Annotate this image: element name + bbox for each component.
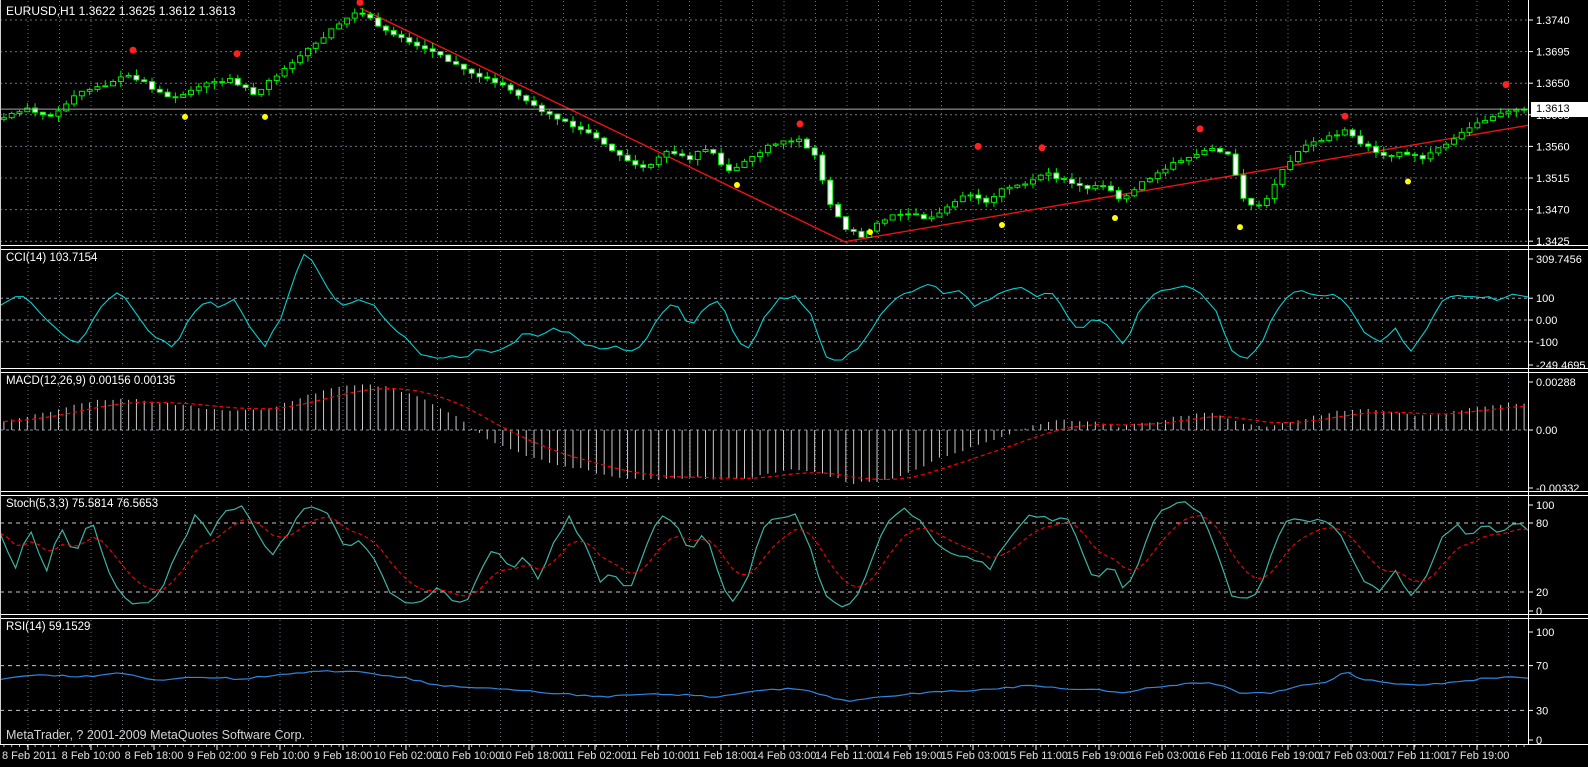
current-price-badge: 1.3613: [1531, 102, 1588, 117]
time-axis-label[interactable]: 11 Feb 10:00: [626, 750, 690, 762]
time-axis-label[interactable]: 11 Feb 18:00: [689, 750, 753, 762]
cci-axis-label: -100: [1536, 337, 1558, 349]
time-axis-label[interactable]: 10 Feb 02:00: [374, 750, 439, 762]
time-axis-label[interactable]: 10 Feb 10:00: [437, 750, 502, 762]
panel-separator[interactable]: [0, 368, 1588, 373]
rsi-axis-label: 0: [1536, 735, 1542, 747]
rsi-axis-label: 30: [1536, 705, 1548, 717]
rsi-indicator-label: RSI(14) 59.1529: [6, 621, 91, 633]
stoch-indicator-label: Stoch(5,3,3) 75.5814 76.5653: [6, 498, 159, 510]
panel-separator[interactable]: [0, 491, 1588, 496]
cci-axis-label: 100: [1536, 293, 1554, 305]
macd-axis-label: 0.00: [1536, 425, 1557, 437]
cci-axis-label: -249.4695: [1536, 360, 1586, 372]
time-axis-label[interactable]: 14 Feb 03:00: [752, 750, 817, 762]
price-axis-label: 1.3470: [1536, 205, 1570, 217]
time-axis-label[interactable]: 15 Feb 11:00: [1004, 750, 1068, 762]
time-axis-label[interactable]: 10 Feb 18:00: [500, 750, 565, 762]
time-axis-label[interactable]: 9 Feb 02:00: [188, 750, 247, 762]
price-axis-label: 1.3425: [1536, 236, 1570, 248]
time-axis-label[interactable]: 16 Feb 11:00: [1193, 750, 1257, 762]
cci-indicator-label: CCI(14) 103.7154: [6, 252, 98, 264]
time-axis-label[interactable]: 14 Feb 11:00: [815, 750, 879, 762]
time-axis-label[interactable]: 16 Feb 19:00: [1256, 750, 1321, 762]
cci-axis-label: 0.00: [1536, 315, 1557, 327]
copyright-watermark: MetaTrader, ? 2001-2009 MetaQuotes Softw…: [6, 728, 306, 742]
stoch-axis-label: 0: [1536, 606, 1542, 618]
panel-separator[interactable]: [0, 245, 1588, 250]
price-axis-label: 1.3515: [1536, 173, 1570, 185]
chart-canvas[interactable]: 1.37401.36951.36501.36051.35601.35151.34…: [0, 0, 1588, 767]
rsi-axis-label: 70: [1536, 661, 1548, 673]
time-axis-label[interactable]: 16 Feb 03:00: [1130, 750, 1195, 762]
time-axis-label[interactable]: 11 Feb 02:00: [563, 750, 627, 762]
price-axis-label: 1.3650: [1536, 78, 1570, 90]
price-axis-label: 1.3560: [1536, 141, 1570, 153]
metatrader-chart-window: 1.37401.36951.36501.36051.35601.35151.34…: [0, 0, 1588, 767]
cci-axis-label: 309.7456: [1536, 254, 1582, 266]
symbol-ohlc-label: EURUSD,H1 1.3622 1.3625 1.3612 1.3613: [6, 4, 236, 18]
stoch-axis-label: 20: [1536, 587, 1548, 599]
stoch-axis-label: 80: [1536, 518, 1548, 530]
time-axis-label[interactable]: 14 Feb 19:00: [878, 750, 943, 762]
rsi-axis-label: 100: [1536, 627, 1554, 639]
macd-axis-label: 0.00288: [1536, 377, 1576, 389]
time-axis-label[interactable]: 17 Feb 11:00: [1382, 750, 1446, 762]
time-axis-label[interactable]: 17 Feb 03:00: [1319, 750, 1384, 762]
time-axis-label[interactable]: 8 Feb 10:00: [62, 750, 121, 762]
time-axis-label[interactable]: 8 Feb 2011: [2, 750, 57, 762]
panel-separator[interactable]: [0, 614, 1588, 619]
macd-axis-label: -0.00332: [1536, 483, 1579, 495]
time-axis-label[interactable]: 9 Feb 10:00: [251, 750, 310, 762]
time-axis-label[interactable]: 8 Feb 18:00: [125, 750, 184, 762]
time-axis-label[interactable]: 9 Feb 18:00: [314, 750, 373, 762]
stoch-axis-label: 100: [1536, 500, 1554, 512]
price-axis-label: 1.3740: [1536, 15, 1570, 27]
time-axis-label[interactable]: 15 Feb 03:00: [941, 750, 1006, 762]
macd-indicator-label: MACD(12,26,9) 0.00156 0.00135: [6, 375, 176, 387]
price-axis-label: 1.3695: [1536, 47, 1570, 59]
time-axis-label[interactable]: 17 Feb 19:00: [1445, 750, 1510, 762]
time-axis-label[interactable]: 15 Feb 19:00: [1067, 750, 1132, 762]
